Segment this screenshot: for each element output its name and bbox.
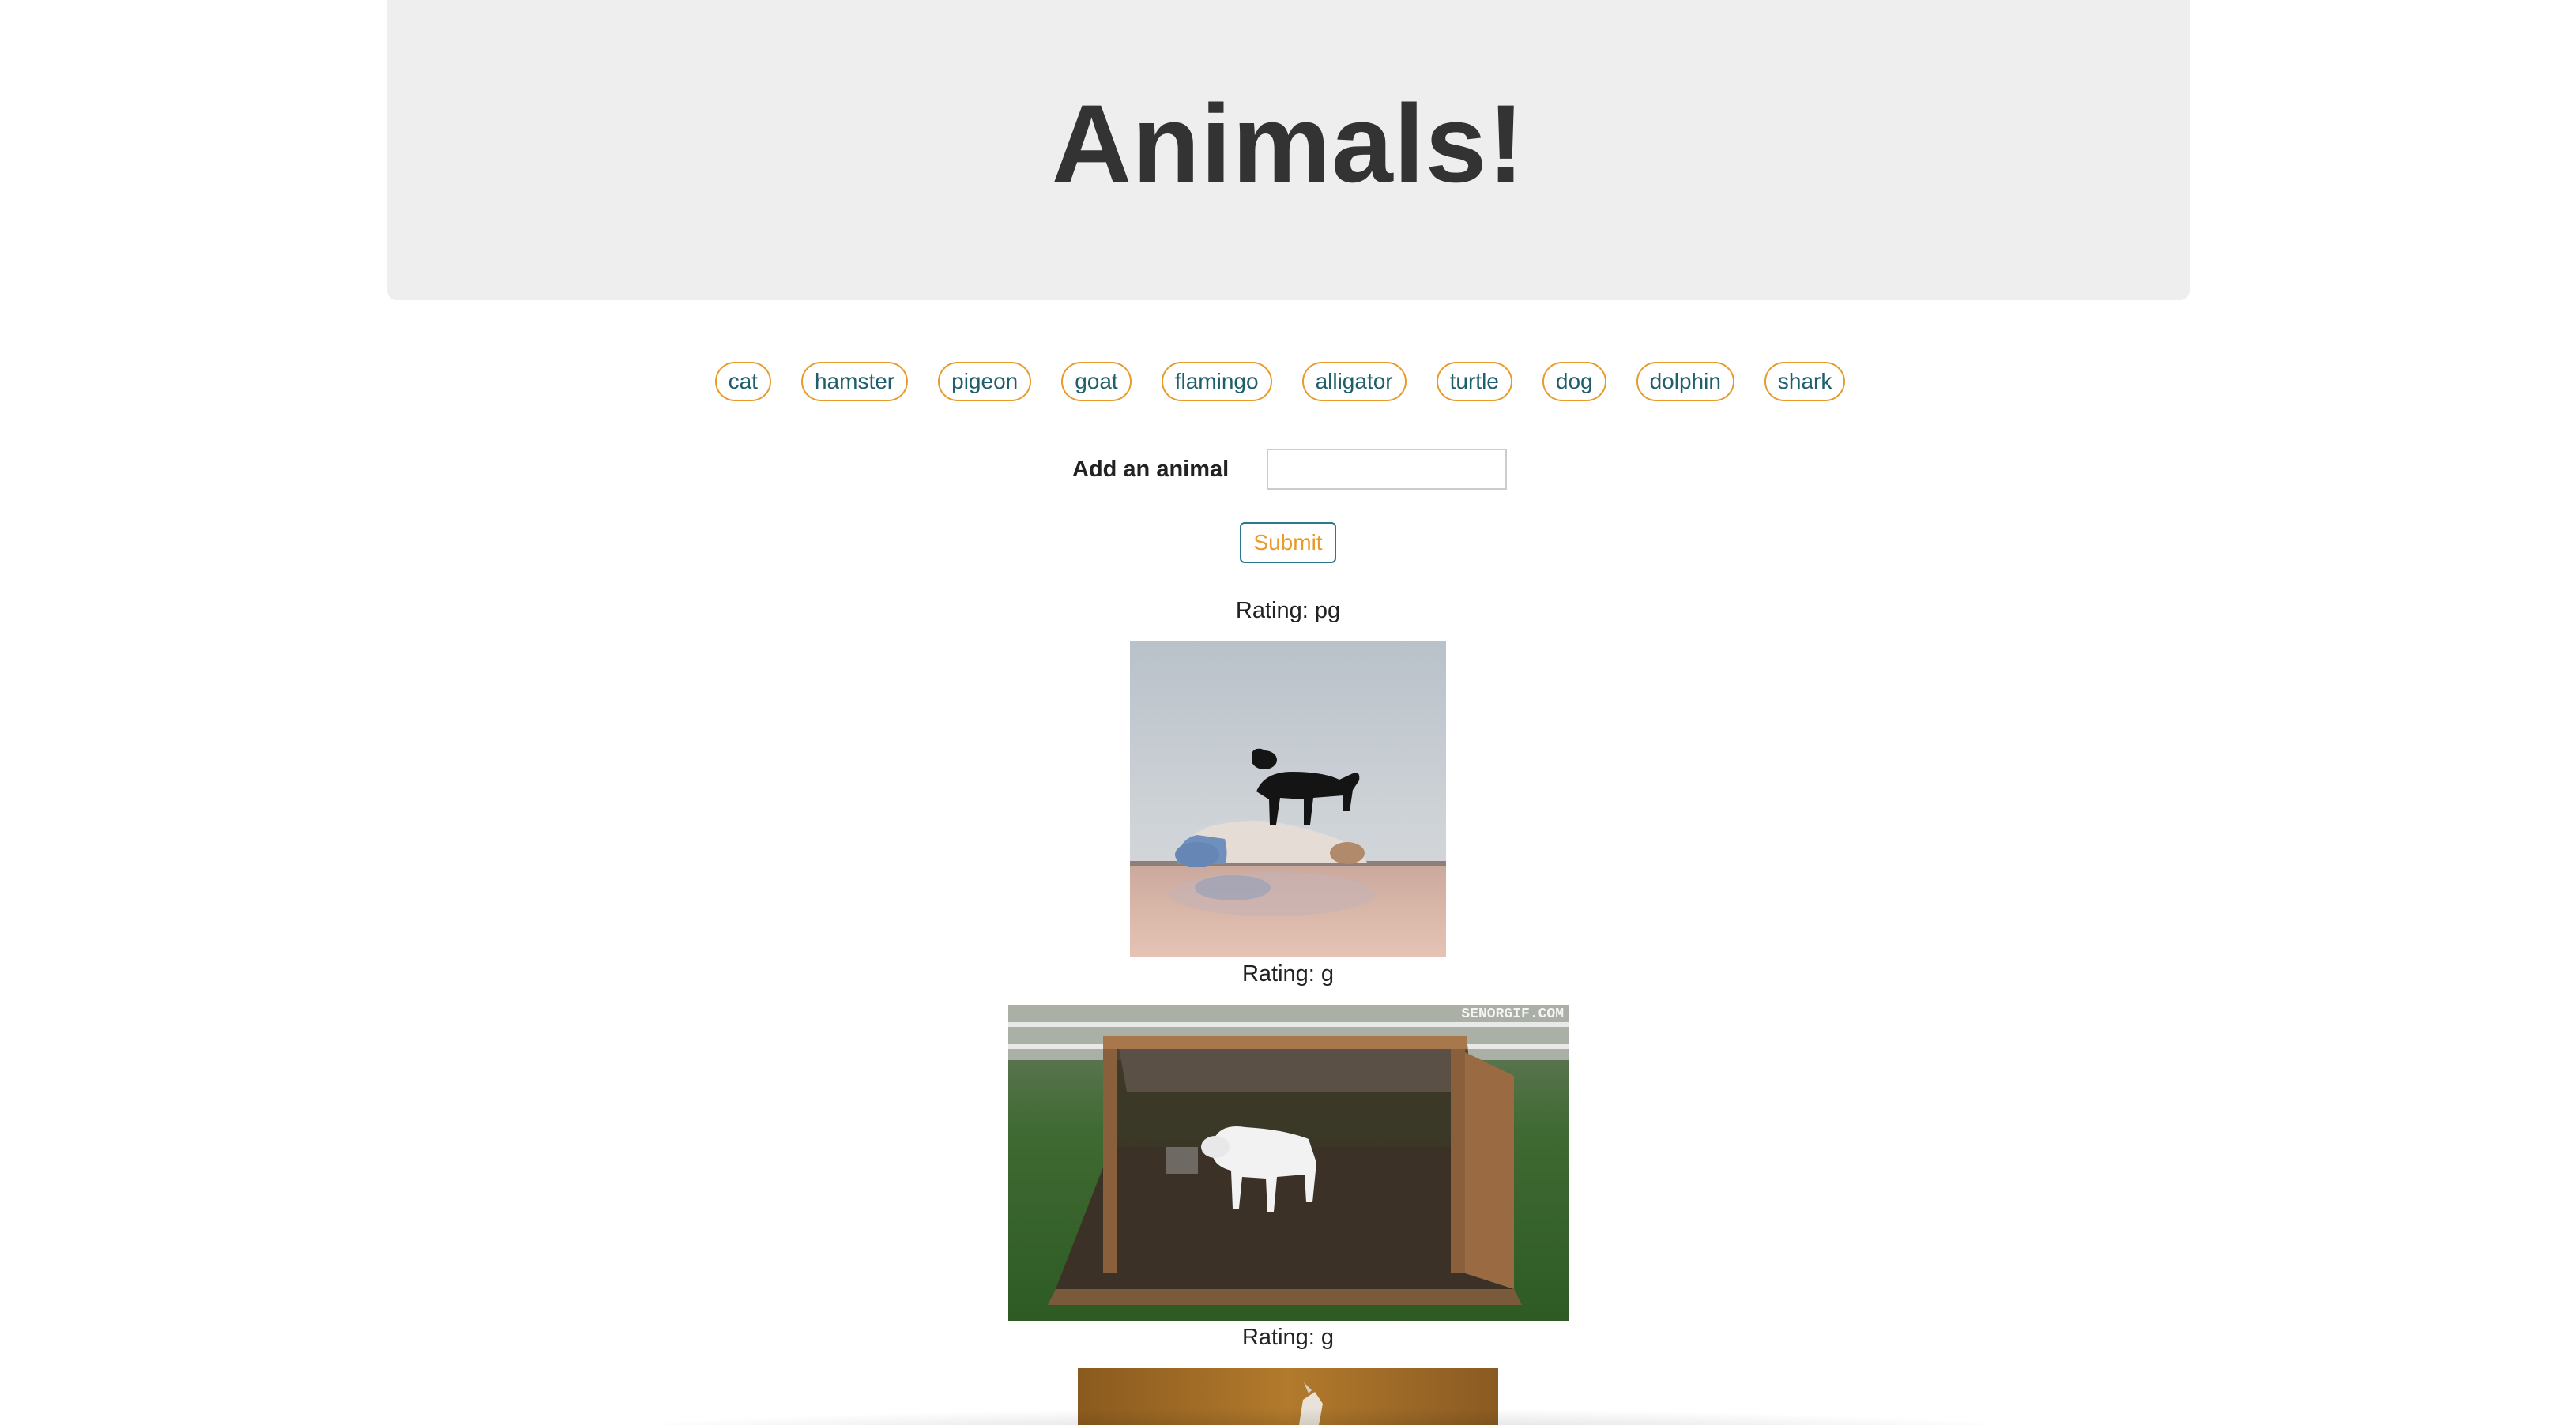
- result-rating: Rating: g: [1241, 961, 1335, 987]
- add-animal-input[interactable]: [1267, 449, 1508, 490]
- animal-button-pigeon[interactable]: pigeon: [938, 362, 1032, 401]
- page-title: Animals!: [1051, 81, 1526, 205]
- goat-yoga-image: [1130, 641, 1446, 957]
- animal-button-row: cat hamster pigeon goat flamingo alligat…: [0, 362, 2568, 401]
- goat-pen-image: SENORGIF.COM: [1008, 1005, 1569, 1321]
- goat-pen-gif[interactable]: SENORGIF.COM: [1008, 1005, 1569, 1321]
- animal-button-shark[interactable]: shark: [1764, 362, 1846, 401]
- page: Animals! cat hamster pigeon goat flaming…: [0, 0, 2576, 1425]
- animal-button-flamingo[interactable]: flamingo: [1161, 362, 1272, 401]
- result-rating: Rating: pg: [1235, 598, 1341, 623]
- submit-button[interactable]: Submit: [1240, 522, 1336, 563]
- senorgif-watermark: SENORGIF.COM: [1461, 1006, 1564, 1022]
- animal-button-alligator[interactable]: alligator: [1301, 362, 1407, 401]
- jumbotron-header: Animals!: [387, 0, 2190, 300]
- goat-yoga-gif[interactable]: [1130, 641, 1446, 957]
- animal-button-turtle[interactable]: turtle: [1436, 362, 1512, 401]
- add-animal-form: Add an animal: [1072, 449, 1508, 490]
- result-rating: Rating: g: [1241, 1325, 1335, 1350]
- animal-button-hamster[interactable]: hamster: [800, 362, 909, 401]
- add-animal-label: Add an animal: [1072, 456, 1230, 482]
- bottom-shadow: [522, 1408, 2126, 1425]
- animal-button-cat[interactable]: cat: [714, 362, 771, 401]
- animal-button-dolphin[interactable]: dolphin: [1636, 362, 1734, 401]
- animal-button-goat[interactable]: goat: [1061, 362, 1132, 401]
- animal-button-dog[interactable]: dog: [1542, 362, 1606, 401]
